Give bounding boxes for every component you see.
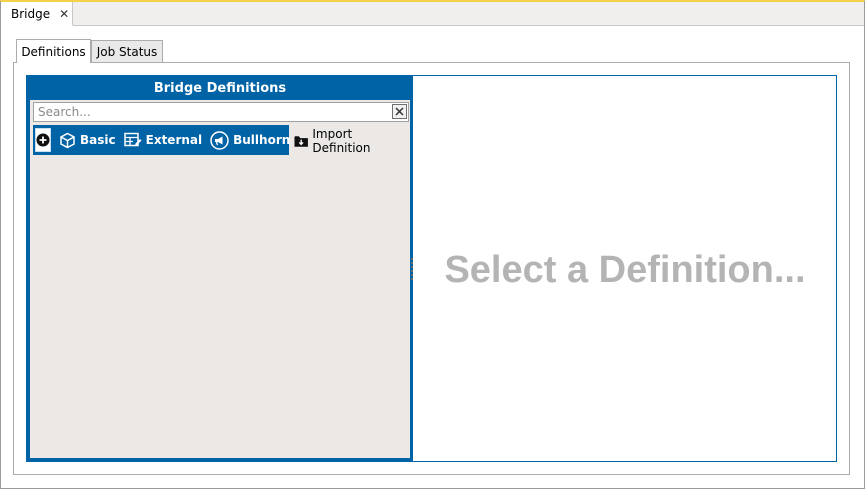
cube-icon	[60, 132, 75, 148]
clear-search-button[interactable]	[392, 104, 407, 119]
search-input[interactable]	[34, 103, 384, 121]
import-definition-label: Import Definition	[312, 127, 371, 155]
tab-definitions-label: Definitions	[21, 44, 86, 59]
basic-button[interactable]: Basic	[59, 127, 116, 153]
tab-job-status-label: Job Status	[96, 44, 158, 59]
document-tab-label: Bridge	[11, 6, 51, 21]
import-definition-button[interactable]: Import Definition	[294, 127, 410, 155]
basic-button-label: Basic	[80, 133, 116, 147]
close-icon	[395, 107, 404, 116]
document-tab-strip	[73, 2, 864, 26]
document-tab-bridge[interactable]: Bridge ✕	[1, 2, 73, 26]
bullhorn-button[interactable]: Bullhorn	[210, 127, 290, 153]
close-icon[interactable]: ✕	[59, 8, 69, 20]
search-box	[33, 102, 409, 122]
bullhorn-button-label: Bullhorn	[233, 133, 291, 147]
panel-splitter[interactable]	[410, 258, 413, 280]
bullhorn-icon	[210, 130, 229, 150]
empty-selection-message: Select a Definition...	[444, 248, 806, 291]
tab-job-status[interactable]: Job Status	[91, 40, 163, 62]
external-button-label: External	[145, 133, 203, 147]
add-definition-button[interactable]	[35, 128, 51, 152]
table-edit-icon	[123, 132, 142, 147]
plus-circle-icon	[36, 133, 50, 147]
external-button[interactable]: External	[123, 127, 203, 153]
definitions-toolbar: Basic External Bullhorn	[33, 125, 290, 155]
panel-title: Bridge Definitions	[30, 76, 410, 100]
folder-import-icon	[294, 135, 308, 147]
tab-definitions[interactable]: Definitions	[16, 39, 91, 63]
definitions-list-panel: Bridge Definitions Basic	[27, 76, 413, 461]
